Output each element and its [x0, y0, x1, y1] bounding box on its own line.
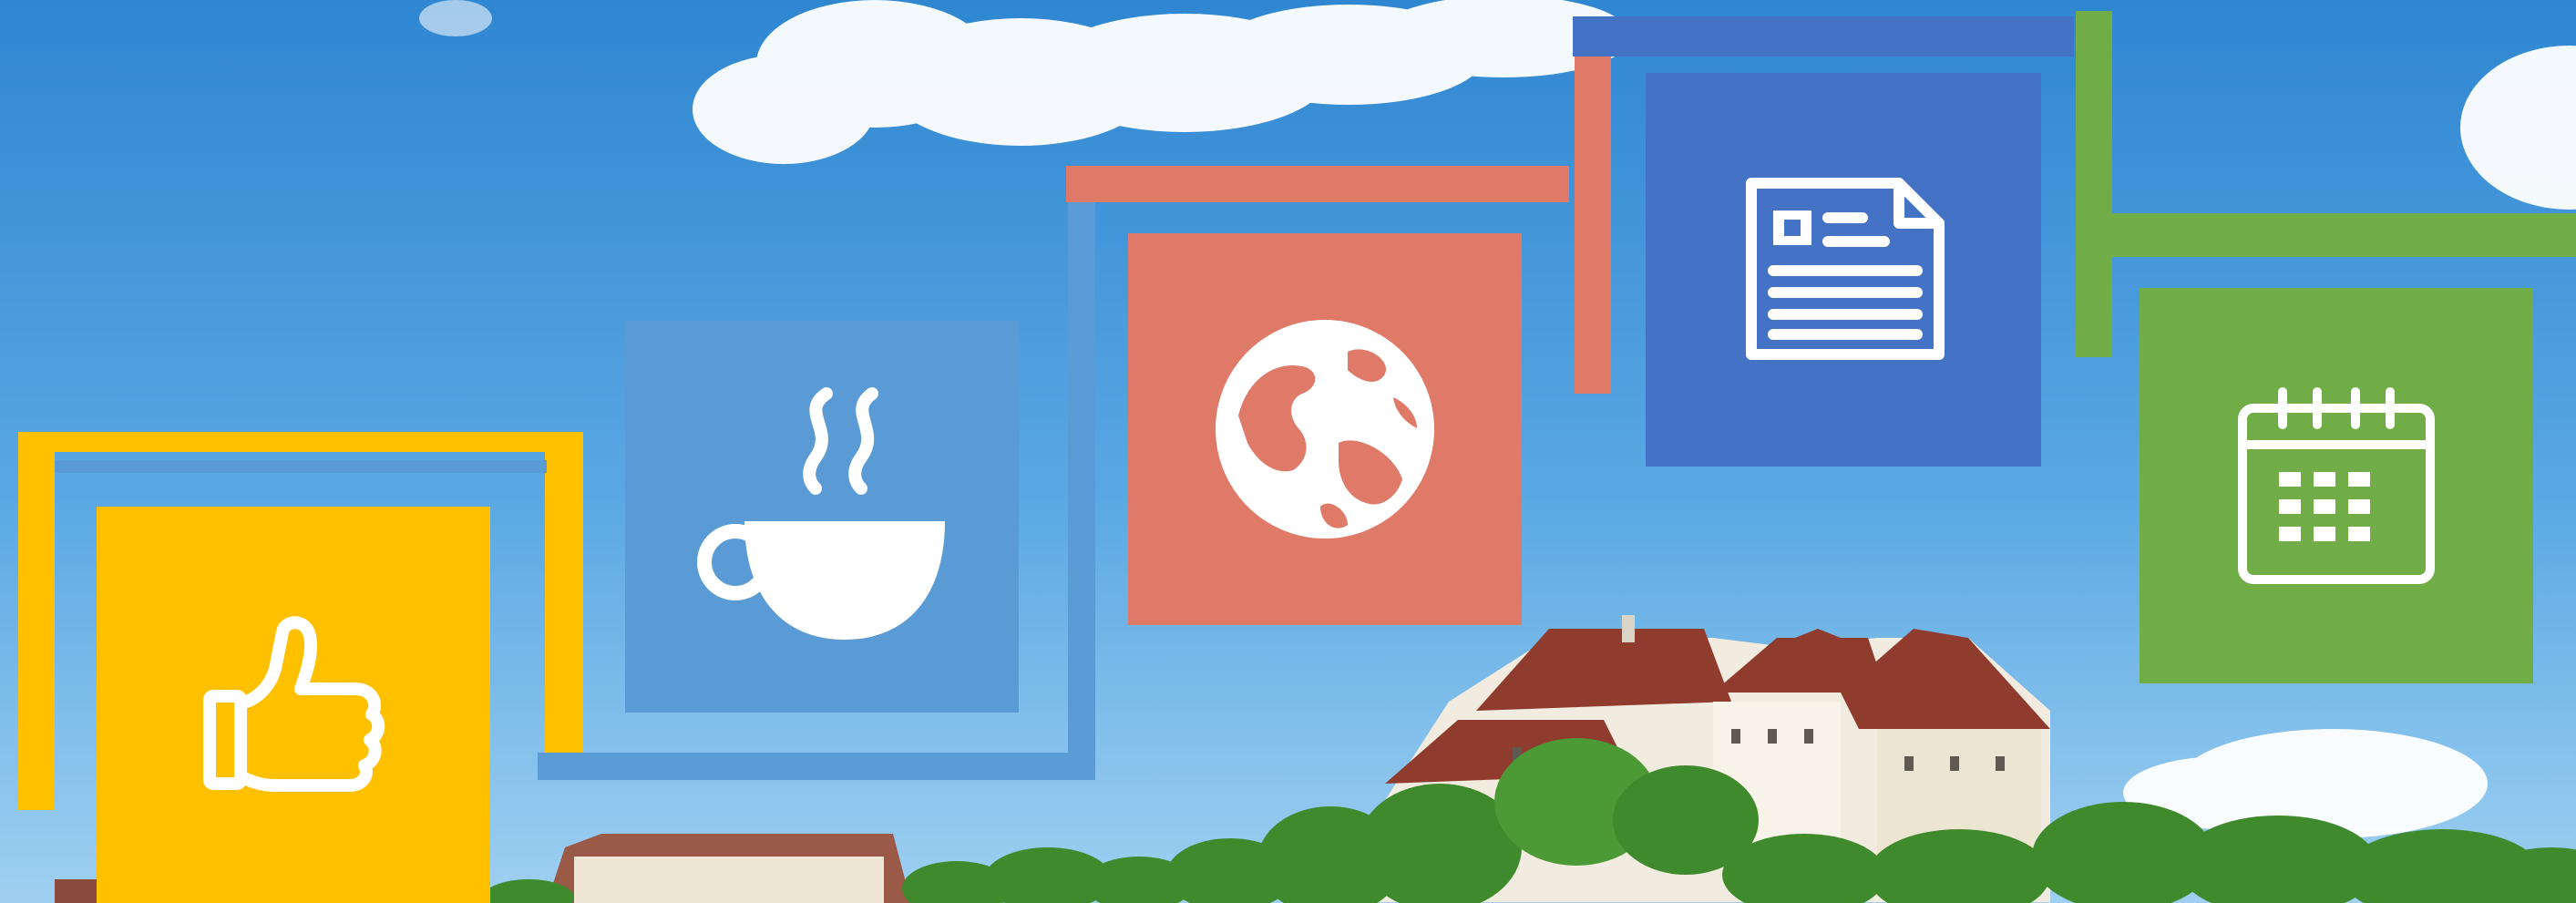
tile-news[interactable]: [1646, 73, 2041, 467]
lightblue-frame-bottom: [538, 753, 1093, 780]
green-frame-left: [2076, 11, 2112, 357]
yellow-frame-left: [18, 432, 55, 810]
green-frame-top: [2076, 213, 2576, 257]
tile-calendar[interactable]: [2140, 288, 2533, 683]
calendar-icon: [2238, 387, 2435, 584]
yellow-frame-top: [18, 432, 583, 452]
newspaper-icon: [1746, 178, 1945, 360]
globe-icon: [1216, 320, 1434, 539]
banner: [0, 0, 2576, 903]
lightblue-frame-top: [55, 460, 547, 473]
tile-globe[interactable]: [1128, 233, 1522, 625]
tile-coffee[interactable]: [625, 321, 1019, 713]
tile-like[interactable]: [97, 507, 490, 903]
yellow-frame-right: [545, 432, 583, 755]
darkblue-frame-top: [1573, 16, 2074, 56]
thumbs-up-icon: [203, 615, 385, 792]
lightblue-frame-right: [1068, 199, 1095, 780]
salmon-frame-right: [1575, 53, 1611, 394]
salmon-frame-top: [1066, 166, 1569, 202]
coffee-cup-icon: [697, 387, 945, 640]
